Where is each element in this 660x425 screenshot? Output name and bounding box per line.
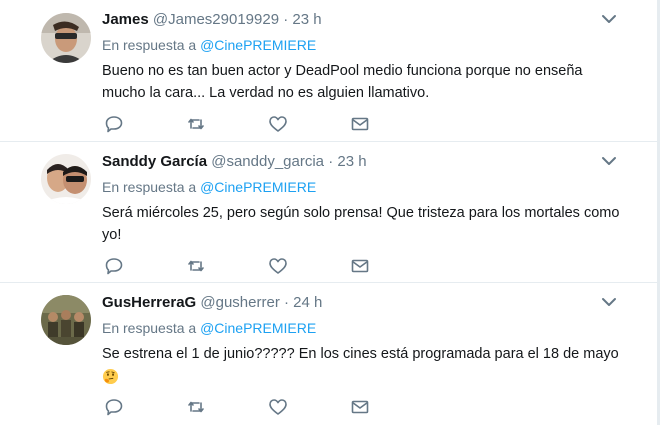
tweet-item[interactable]: Sanddy García @sanddy_garcia · 23 h En r…	[0, 142, 657, 283]
reply-context: En respuesta a @CinePREMIERE	[102, 178, 316, 196]
mention-link[interactable]: @CinePREMIERE	[200, 320, 316, 336]
reply-context: En respuesta a @CinePREMIERE	[102, 36, 316, 54]
tweet-actions	[104, 114, 374, 134]
user-handle[interactable]: @gusherrer	[200, 294, 279, 311]
separator-dot: ·	[328, 153, 334, 170]
reply-context: En respuesta a @CinePREMIERE	[102, 319, 316, 337]
like-icon[interactable]	[268, 256, 288, 276]
timestamp[interactable]: 23 h	[292, 11, 321, 28]
tweet-text: Bueno no es tan buen actor y DeadPool me…	[102, 63, 583, 101]
reply-prefix: En respuesta a	[102, 37, 197, 53]
tweet-item[interactable]: James @James29019929 · 23 h En respuesta…	[0, 0, 657, 142]
reply-prefix: En respuesta a	[102, 179, 197, 195]
tweet-header: GusHerreraG @gusherrer · 24 h	[102, 293, 322, 313]
user-handle[interactable]: @sanddy_garcia	[211, 153, 324, 170]
mention-link[interactable]: @CinePREMIERE	[200, 179, 316, 195]
avatar[interactable]	[41, 295, 91, 345]
chevron-down-icon[interactable]	[601, 295, 617, 307]
avatar[interactable]	[41, 154, 91, 204]
reply-icon[interactable]	[104, 256, 124, 276]
like-icon[interactable]	[268, 397, 288, 417]
tweet-text: Será miércoles 25, pero según solo prens…	[102, 205, 620, 243]
chevron-down-icon[interactable]	[601, 12, 617, 24]
tweet-header: James @James29019929 · 23 h	[102, 10, 322, 30]
retweet-icon[interactable]	[186, 397, 206, 417]
retweet-icon[interactable]	[186, 114, 206, 134]
direct-message-icon[interactable]	[350, 114, 370, 134]
timestamp[interactable]: 24 h	[293, 294, 322, 311]
tweet-actions	[104, 397, 374, 417]
thinking-face-emoji	[102, 368, 119, 385]
reply-icon[interactable]	[104, 114, 124, 134]
mention-link[interactable]: @CinePREMIERE	[200, 37, 316, 53]
tweet-item[interactable]: GusHerreraG @gusherrer · 24 h En respues…	[0, 283, 657, 425]
user-name[interactable]: Sanddy García	[102, 153, 207, 170]
retweet-icon[interactable]	[186, 256, 206, 276]
reply-prefix: En respuesta a	[102, 320, 197, 336]
separator-dot: ·	[283, 11, 289, 28]
tweet-text: Se estrena el 1 de junio????? En los cin…	[102, 343, 622, 387]
user-name[interactable]: GusHerreraG	[102, 294, 196, 311]
timestamp[interactable]: 23 h	[337, 153, 366, 170]
user-handle[interactable]: @James29019929	[153, 11, 279, 28]
tweet-actions	[104, 256, 374, 276]
avatar[interactable]	[41, 13, 91, 63]
reply-icon[interactable]	[104, 397, 124, 417]
chevron-down-icon[interactable]	[601, 154, 617, 166]
direct-message-icon[interactable]	[350, 256, 370, 276]
tweet-header: Sanddy García @sanddy_garcia · 23 h	[102, 152, 367, 172]
like-icon[interactable]	[268, 114, 288, 134]
direct-message-icon[interactable]	[350, 397, 370, 417]
tweet-text-content: Se estrena el 1 de junio????? En los cin…	[102, 346, 619, 362]
user-name[interactable]: James	[102, 11, 149, 28]
separator-dot: ·	[284, 294, 289, 311]
